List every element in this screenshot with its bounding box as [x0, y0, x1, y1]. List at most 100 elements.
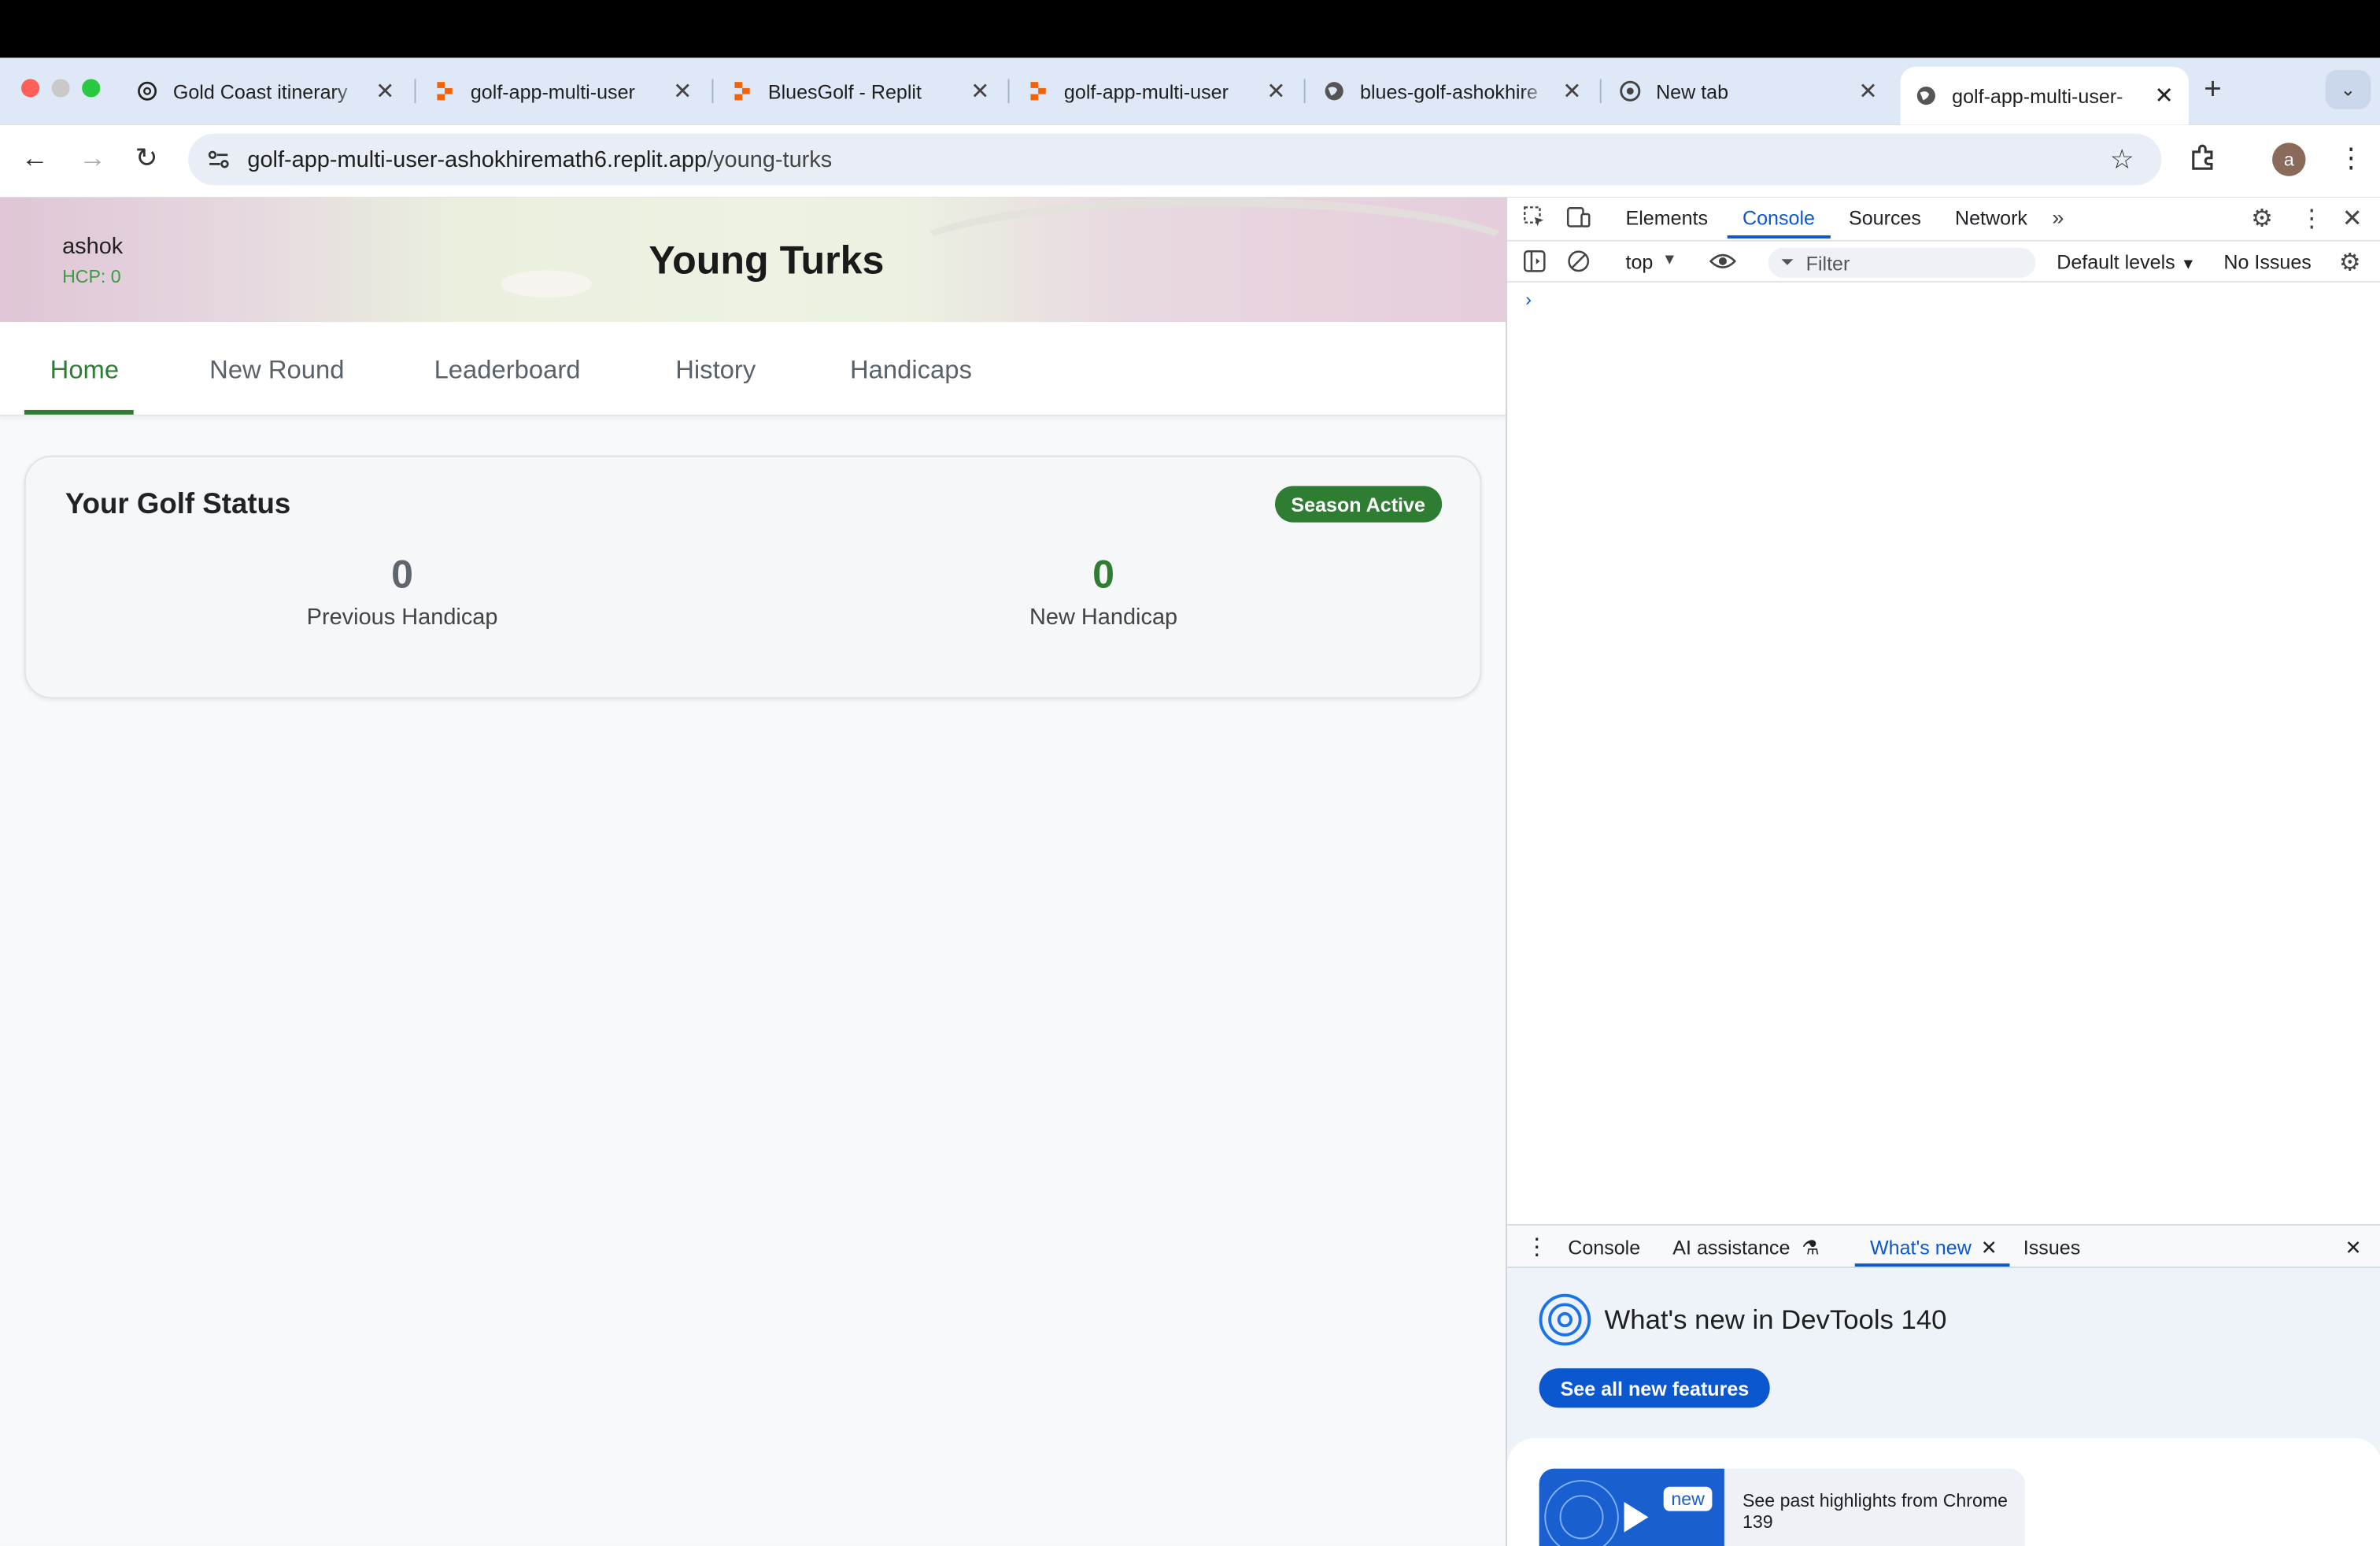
- live-expression-eye-icon[interactable]: [1709, 249, 1737, 278]
- console-prompt-icon[interactable]: ›: [1525, 289, 1532, 310]
- settings-gear-icon[interactable]: ⚙: [2251, 204, 2273, 235]
- context-selector[interactable]: top: [1625, 250, 1653, 273]
- forward-arrow-icon[interactable]: →: [79, 142, 106, 175]
- drawer-tab-ai-assistance[interactable]: AI assistance: [1672, 1236, 1790, 1259]
- tab-separator: [414, 79, 416, 104]
- browser-tab[interactable]: golf-app-multi-user ✕: [434, 67, 701, 116]
- browser-tab[interactable]: blues-golf-ashokhire ✕: [1324, 67, 1591, 116]
- devtools-tab-network[interactable]: Network: [1955, 206, 2027, 229]
- sidebar-toggle-icon[interactable]: [1522, 249, 1547, 278]
- inspect-element-icon[interactable]: [1522, 205, 1547, 234]
- close-tab-icon[interactable]: ✕: [673, 77, 692, 105]
- url-text[interactable]: golf-app-multi-user-ashokhiremath6.repli…: [247, 146, 832, 172]
- close-window-button[interactable]: [20, 79, 40, 98]
- tab-title: golf-app-multi-user: [470, 80, 635, 103]
- drawer-tab-bar: ⋮ Console AI assistance ⚗ What's new ✕ I…: [1507, 1225, 2380, 1268]
- experimental-flask-icon: ⚗: [1802, 1236, 1820, 1259]
- active-drawer-tab-indicator: [1854, 1263, 2010, 1267]
- header-banner: ashok HCP: 0 Young Turks: [0, 197, 1506, 323]
- console-settings-gear-icon[interactable]: ⚙: [2339, 247, 2361, 278]
- card-heading: Your Golf Status: [65, 489, 291, 521]
- new-handicap-label: New Handicap: [1029, 604, 1178, 631]
- previous-handicap-value: 0: [391, 551, 414, 597]
- close-devtools-icon[interactable]: ✕: [2342, 204, 2363, 235]
- new-handicap-stat: 0 New Handicap: [876, 551, 1332, 630]
- devtools-drawer: ⋮ Console AI assistance ⚗ What's new ✕ I…: [1507, 1223, 2380, 1546]
- golf-status-card: Your Golf Status Season Active 0 Previou…: [24, 455, 1482, 699]
- close-drawer-icon[interactable]: ✕: [2345, 1236, 2362, 1260]
- previous-handicap-label: Previous Handicap: [306, 604, 498, 631]
- replit-icon: [1028, 80, 1049, 102]
- drawer-tab-issues[interactable]: Issues: [2023, 1236, 2080, 1259]
- highlight-text: See past highlights from Chrome 139: [1742, 1489, 2009, 1533]
- bookmark-star-icon[interactable]: ☆: [2110, 144, 2134, 176]
- reload-icon[interactable]: ↻: [135, 142, 158, 175]
- tab-new-round[interactable]: New Round: [209, 355, 344, 386]
- extensions-puzzle-icon[interactable]: [2189, 142, 2219, 180]
- site-settings-icon[interactable]: [206, 147, 231, 172]
- tab-separator: [711, 79, 714, 104]
- profile-avatar[interactable]: a: [2272, 142, 2306, 176]
- close-tab-icon[interactable]: ✕: [1858, 77, 1877, 105]
- devtools-tab-console[interactable]: Console: [1743, 206, 1815, 229]
- page-title: Young Turks: [649, 236, 885, 283]
- status-badge: Season Active: [1274, 486, 1443, 523]
- tab-title: Gold Coast itinerary: [172, 80, 348, 103]
- tab-leaderboard[interactable]: Leaderboard: [434, 355, 581, 386]
- drawer-menu-icon[interactable]: ⋮: [1525, 1233, 1548, 1260]
- tab-history[interactable]: History: [675, 355, 756, 386]
- devtools-panel: Elements Console Sources Network » ⚙ ⋮ ✕…: [1506, 197, 2380, 1546]
- tab-title: blues-golf-ashokhire: [1359, 80, 1538, 103]
- tab-separator: [1599, 79, 1602, 104]
- back-arrow-icon[interactable]: ←: [21, 142, 49, 175]
- more-tabs-chevron-icon[interactable]: »: [2052, 205, 2064, 229]
- url-host: golf-app-multi-user-ashokhiremath6.repli…: [247, 146, 708, 172]
- devtools-menu-icon[interactable]: ⋮: [2300, 204, 2324, 235]
- tab-separator: [1303, 79, 1306, 104]
- active-tab-indicator: [24, 409, 134, 415]
- browser-tab[interactable]: BluesGolf - Replit ✕: [732, 67, 999, 116]
- address-bar[interactable]: golf-app-multi-user-ashokhiremath6.repli…: [188, 133, 2162, 186]
- close-tab-icon[interactable]: ✕: [970, 77, 989, 105]
- globe-icon: [1916, 85, 1937, 106]
- device-toolbar-icon[interactable]: [1566, 205, 1591, 234]
- new-handicap-value: 0: [1092, 551, 1115, 597]
- see-all-features-button[interactable]: See all new features: [1539, 1368, 1771, 1408]
- system-bar: [0, 0, 2380, 58]
- context-dropdown-caret-icon[interactable]: ▼: [1662, 252, 1677, 268]
- close-tab-icon[interactable]: ✕: [1266, 77, 1285, 105]
- new-tab-button[interactable]: +: [2204, 73, 2222, 108]
- drawer-tab-console[interactable]: Console: [1568, 1236, 1640, 1259]
- tab-home[interactable]: Home: [50, 355, 119, 386]
- console-filter-input[interactable]: ⏷ Filter: [1768, 247, 2036, 279]
- maximize-window-button[interactable]: [82, 79, 101, 98]
- tab-title: golf-app-multi-user: [1063, 80, 1229, 103]
- previous-handicap-stat: 0 Previous Handicap: [175, 551, 630, 630]
- browser-tab-bar: Gold Coast itinerary ✕ golf-app-multi-us…: [0, 57, 2380, 125]
- close-tab-icon[interactable]: ✕: [375, 77, 394, 105]
- highlight-card[interactable]: new See past highlights from Chrome 139: [1539, 1468, 2025, 1546]
- close-tab-icon[interactable]: ✕: [2154, 82, 2173, 109]
- close-whats-new-icon[interactable]: ✕: [1981, 1236, 1998, 1260]
- browser-tab-active[interactable]: golf-app-multi-user- ✕: [1900, 66, 2189, 125]
- devtools-tab-elements[interactable]: Elements: [1625, 206, 1708, 229]
- openai-icon: [137, 80, 158, 102]
- close-tab-icon[interactable]: ✕: [1562, 77, 1581, 105]
- browser-tab[interactable]: Gold Coast itinerary ✕: [137, 67, 404, 116]
- levels-caret-icon: ▼: [2180, 257, 2196, 274]
- issues-counter[interactable]: No Issues: [2223, 250, 2311, 273]
- log-levels-dropdown[interactable]: Default levels ▼: [2057, 250, 2196, 273]
- minimize-window-button[interactable]: [51, 79, 70, 98]
- console-toolbar: top ▼ ⏷ Filter Default levels ▼ No Issue…: [1507, 239, 2380, 283]
- browser-menu-icon[interactable]: ⋮: [2338, 142, 2365, 175]
- drawer-tab-whats-new[interactable]: What's new: [1870, 1236, 1972, 1259]
- clear-console-icon[interactable]: [1566, 249, 1591, 278]
- browser-tab[interactable]: golf-app-multi-user ✕: [1028, 67, 1295, 116]
- filter-funnel-icon: ⏷: [1780, 253, 1794, 272]
- filter-placeholder: Filter: [1805, 251, 1850, 275]
- new-badge: new: [1663, 1486, 1713, 1511]
- tab-search-button[interactable]: ⌄: [2325, 69, 2371, 109]
- browser-tab[interactable]: New tab ✕: [1620, 67, 1887, 116]
- tab-handicaps[interactable]: Handicaps: [850, 355, 972, 386]
- devtools-tab-sources[interactable]: Sources: [1849, 206, 1921, 229]
